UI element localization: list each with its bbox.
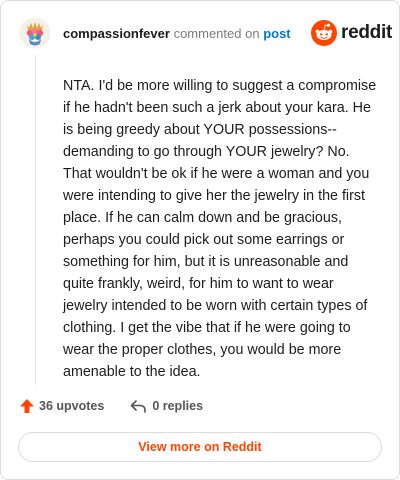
comment-line: place. If he can calm down and be gracio… — [63, 210, 342, 226]
comment-line: That wouldn't be ok if he were a woman a… — [63, 166, 370, 182]
comment-line: were intending to give her the jewelry i… — [63, 188, 365, 204]
upvote-button[interactable]: 36 upvotes — [19, 398, 104, 414]
reddit-logo-icon — [311, 20, 337, 46]
view-more-button[interactable]: View more on Reddit — [18, 432, 382, 462]
reddit-brand[interactable]: reddit — [311, 20, 392, 46]
comment-line: something for him, but it is unreasonabl… — [63, 254, 349, 270]
reply-count: 0 replies — [152, 399, 204, 413]
comment-line: wear the proper clothes, you would be mo… — [63, 342, 342, 358]
comment-line: is being greedy about YOUR possessions-- — [63, 122, 337, 138]
comment-line: jewelry intended to be worn with certain… — [63, 298, 368, 314]
comment-text: NTA. I'd be more willing to suggest a co… — [63, 75, 377, 383]
comment-header: compassionfever commented on post — [63, 26, 291, 42]
comment-line: amenable to the idea. — [63, 364, 201, 380]
user-avatar-icon[interactable] — [19, 17, 51, 49]
upvote-count: 36 upvotes — [39, 399, 105, 413]
comment-line: NTA. I'd be more willing to suggest a co… — [63, 78, 377, 94]
thread-line — [35, 55, 36, 385]
comment-line: clothing. I get the vibe that if he were… — [63, 320, 351, 336]
upvote-arrow-icon — [20, 399, 34, 413]
reply-arrow-icon — [131, 399, 147, 413]
comment-line: demanding to go through YOUR jewelry? No… — [63, 144, 350, 160]
username-link[interactable]: compassionfever — [63, 26, 170, 41]
comment-line: if he hadn't been such a jerk about your… — [63, 100, 371, 116]
comment-card: compassionfever commented on post reddit… — [0, 0, 400, 480]
post-link[interactable]: post — [263, 26, 290, 41]
comment-line: quite frankly, weird, for him to want to… — [63, 276, 334, 292]
action-text: commented on — [173, 26, 260, 41]
comment-actions: 36 upvotes 0 replies — [19, 398, 203, 414]
reply-button[interactable]: 0 replies — [130, 399, 203, 414]
comment-line: perhaps you could pick out some earrings… — [63, 232, 345, 248]
reddit-wordmark: reddit — [341, 22, 392, 43]
